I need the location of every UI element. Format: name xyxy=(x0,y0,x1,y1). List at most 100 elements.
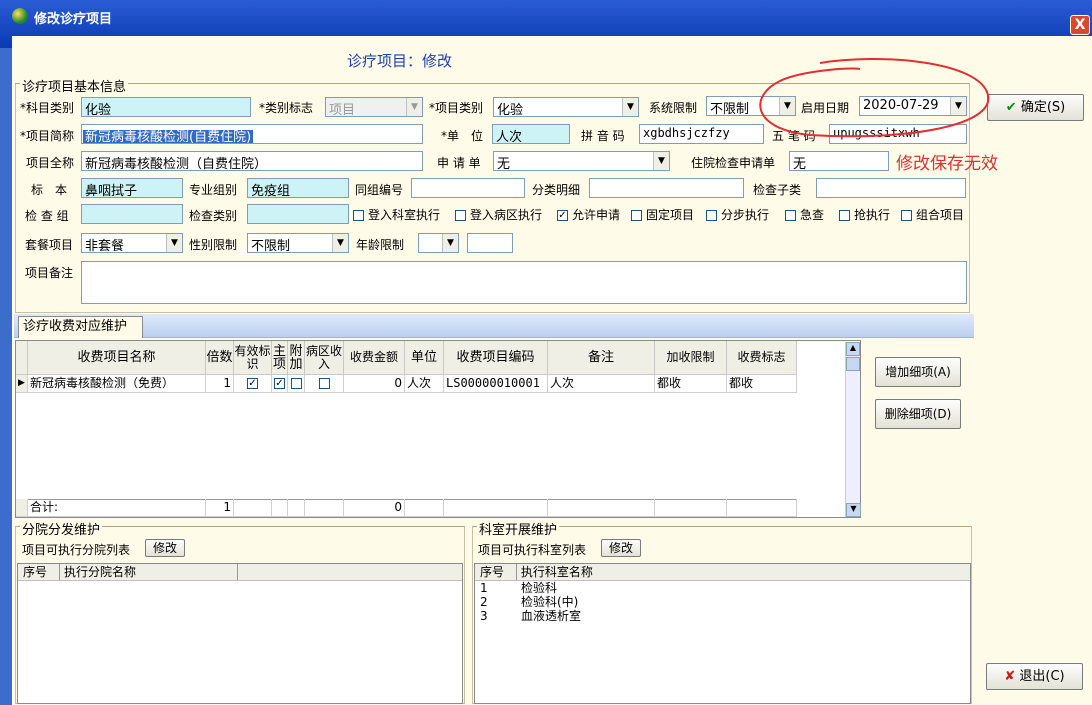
prof-group-field[interactable]: 免疫组 xyxy=(247,178,349,198)
dept-modify-button[interactable]: 修改 xyxy=(601,539,641,557)
item-category-select[interactable]: 化验 ▼ xyxy=(493,97,639,117)
type-flag-select[interactable]: 项目 ▼ xyxy=(325,97,423,117)
check-group-field[interactable] xyxy=(81,204,183,224)
specimen-field[interactable]: 鼻咽拭子 xyxy=(81,178,183,198)
option-checkbox[interactable]: 急查 xyxy=(785,206,824,223)
dept-list[interactable]: 序号 执行科室名称 1 检验科 2 检验科(中) 3 血液透析室 xyxy=(474,563,971,704)
option-checkbox[interactable]: ✓ 允许申请 xyxy=(557,206,620,223)
full-name-field[interactable]: 新冠病毒核酸检测（自费住院） xyxy=(81,151,423,171)
scroll-down-icon[interactable]: ▼ xyxy=(846,503,861,517)
grid-header[interactable]: 倍数 xyxy=(206,341,234,375)
grid-checkbox[interactable]: ✓ xyxy=(247,378,258,389)
dept-list-label: 项目可执行科室列表 xyxy=(478,543,587,557)
chevron-down-icon[interactable]: ▼ xyxy=(622,98,638,116)
grid-cell-amount[interactable]: 0 xyxy=(344,375,405,393)
grid-cell-multiple[interactable]: 1 xyxy=(206,375,234,393)
left-desktop-strip xyxy=(0,48,12,705)
checkbox-box[interactable] xyxy=(901,210,912,221)
list-item[interactable]: 3 血液透析室 xyxy=(475,609,970,623)
dept-col-name[interactable]: 执行科室名称 xyxy=(517,564,970,580)
checkbox-box[interactable] xyxy=(706,210,717,221)
scroll-thumb[interactable] xyxy=(846,357,860,371)
close-button[interactable]: X xyxy=(1070,15,1090,35)
same-group-field[interactable] xyxy=(411,178,525,198)
grid-cell-add_limit[interactable]: 都收 xyxy=(655,375,727,393)
check-type-field[interactable] xyxy=(247,204,349,224)
age-unit-select[interactable]: ▼ xyxy=(418,233,459,253)
option-checkbox[interactable]: 登入科室执行 xyxy=(353,206,440,223)
grid-cell-code[interactable]: LS00000010001 xyxy=(444,375,548,393)
grid-header[interactable]: 主项 xyxy=(272,341,288,375)
checkbox-box[interactable] xyxy=(455,210,466,221)
grid-header[interactable]: 收费金额 xyxy=(344,341,405,375)
dept-row-name: 检验科(中) xyxy=(521,595,579,609)
grid-header[interactable]: 收费项目名称 xyxy=(28,341,206,375)
option-checkbox[interactable]: 抢执行 xyxy=(839,206,890,223)
grid-cell-main[interactable]: ✓ xyxy=(272,375,288,393)
package-select[interactable]: 非套餐 ▼ xyxy=(81,233,183,253)
grid-cell-ward[interactable] xyxy=(305,375,344,393)
checkbox-label: 固定项目 xyxy=(646,208,695,222)
tab-fee-mapping[interactable]: 诊疗收费对应维护 xyxy=(18,316,143,338)
option-checkbox[interactable]: 组合项目 xyxy=(901,206,964,223)
grid-checkbox[interactable]: ✓ xyxy=(274,378,285,389)
chevron-down-icon[interactable]: ▼ xyxy=(442,234,458,252)
checkbox-box[interactable] xyxy=(631,210,642,221)
chevron-down-icon[interactable]: ▼ xyxy=(332,234,348,252)
branch-list[interactable]: 序号 执行分院名称 xyxy=(17,563,463,704)
total-cell xyxy=(444,499,548,517)
grid-cell-name[interactable]: 新冠病毒核酸检测（免费） xyxy=(28,375,206,393)
grid-cell-unit[interactable]: 人次 xyxy=(405,375,444,393)
grid-header[interactable]: 收费标志 xyxy=(727,341,797,375)
grid-header[interactable]: 加收限制 xyxy=(655,341,727,375)
apply-select[interactable]: 无 ▼ xyxy=(493,151,670,171)
option-checkbox[interactable]: 分步执行 xyxy=(706,206,769,223)
list-item[interactable]: 2 检验科(中) xyxy=(475,595,970,609)
grid-header[interactable]: 附加 xyxy=(288,341,305,375)
chevron-down-icon[interactable]: ▼ xyxy=(653,152,669,170)
inpatient-apply-select[interactable]: 无 xyxy=(789,151,889,171)
grid-checkbox[interactable] xyxy=(290,378,302,389)
package-value: 非套餐 xyxy=(85,239,125,253)
chevron-down-icon[interactable]: ▼ xyxy=(406,98,422,116)
remark-textarea[interactable] xyxy=(81,261,967,304)
unit-field[interactable]: 人次 xyxy=(492,124,570,144)
delete-detail-button[interactable]: 删除细项(D) xyxy=(875,399,961,429)
class-detail-field[interactable] xyxy=(589,178,744,198)
grid-header[interactable]: 备注 xyxy=(548,341,655,375)
list-item[interactable]: 1 检验科 xyxy=(475,581,970,595)
checkbox-box[interactable] xyxy=(353,210,364,221)
grid-header[interactable]: 单位 xyxy=(405,341,444,375)
scroll-up-icon[interactable]: ▲ xyxy=(846,342,860,356)
dept-row-name: 血液透析室 xyxy=(521,609,582,623)
grid-header[interactable]: 病区收入 xyxy=(305,341,344,375)
checkbox-box[interactable]: ✓ xyxy=(557,210,568,221)
grid-cell-valid[interactable]: ✓ xyxy=(234,375,272,393)
ok-button[interactable]: ✔ 确定(S) xyxy=(987,94,1084,121)
chevron-down-icon[interactable]: ▼ xyxy=(166,234,182,252)
fee-grid-scrollbar[interactable]: ▲ ▼ xyxy=(845,342,861,517)
category-field[interactable]: 化验 xyxy=(81,97,251,117)
option-checkbox[interactable]: 登入病区执行 xyxy=(455,206,542,223)
grid-header[interactable]: 收费项目编码 xyxy=(444,341,548,375)
add-detail-button[interactable]: 增加细项(A) xyxy=(875,357,961,387)
grid-cell-extra[interactable] xyxy=(288,375,305,393)
row-indicator-icon[interactable]: ▶ xyxy=(16,375,28,393)
gender-select[interactable]: 不限制 ▼ xyxy=(247,233,349,253)
grid-checkbox[interactable] xyxy=(318,378,330,389)
grid-cell-flag[interactable]: 都收 xyxy=(727,375,797,393)
age-label: 年龄限制 xyxy=(356,238,405,252)
exit-button[interactable]: ✘ 退出(C) xyxy=(986,663,1083,690)
checkbox-box[interactable] xyxy=(785,210,796,221)
branch-col-no[interactable]: 序号 xyxy=(18,564,60,580)
grid-cell-remark[interactable]: 人次 xyxy=(548,375,655,393)
branch-col-name[interactable]: 执行分院名称 xyxy=(60,564,238,580)
branch-modify-button[interactable]: 修改 xyxy=(145,539,185,557)
option-checkbox[interactable]: 固定项目 xyxy=(631,206,694,223)
short-name-field[interactable]: 新冠病毒核酸检测(自费住院) xyxy=(81,124,423,144)
dept-col-no[interactable]: 序号 xyxy=(475,564,517,580)
check-sub-field[interactable] xyxy=(816,178,966,198)
checkbox-box[interactable] xyxy=(839,210,850,221)
grid-header[interactable]: 有效标识 xyxy=(234,341,272,375)
age-number-field[interactable] xyxy=(467,233,513,253)
